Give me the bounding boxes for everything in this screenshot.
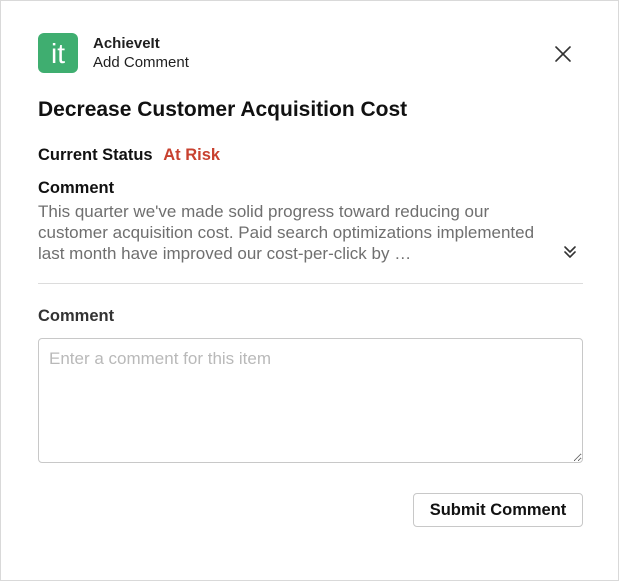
submit-comment-button[interactable]: Submit Comment	[413, 493, 583, 527]
app-title-block: AchieveIt Add Comment	[93, 34, 189, 72]
close-icon	[555, 46, 571, 62]
existing-comment-text: This quarter we've made solid progress t…	[38, 202, 535, 263]
comment-textarea[interactable]	[38, 338, 583, 463]
comment-input-label: Comment	[38, 307, 115, 325]
close-button[interactable]	[550, 41, 576, 67]
dialog-header: it AchieveIt Add Comment	[38, 33, 189, 73]
app-name: AchieveIt	[93, 35, 160, 52]
chevron-double-down-icon	[564, 246, 576, 258]
item-title: Decrease Customer Acquisition Cost	[38, 98, 408, 121]
dialog-subtitle: Add Comment	[93, 54, 189, 71]
add-comment-dialog: it AchieveIt Add Comment Decrease Custom…	[0, 0, 619, 581]
existing-comment-heading: Comment	[38, 179, 115, 197]
divider	[38, 283, 583, 284]
status-label: Current Status	[38, 146, 153, 164]
achieveit-logo-icon: it	[38, 33, 78, 73]
expand-comment-button[interactable]	[560, 242, 580, 262]
status-badge: At Risk	[163, 146, 221, 164]
status-row: Current Status At Risk	[38, 146, 220, 165]
logo-text: it	[51, 38, 65, 69]
achieveit-logo-glyph: it	[51, 38, 65, 69]
